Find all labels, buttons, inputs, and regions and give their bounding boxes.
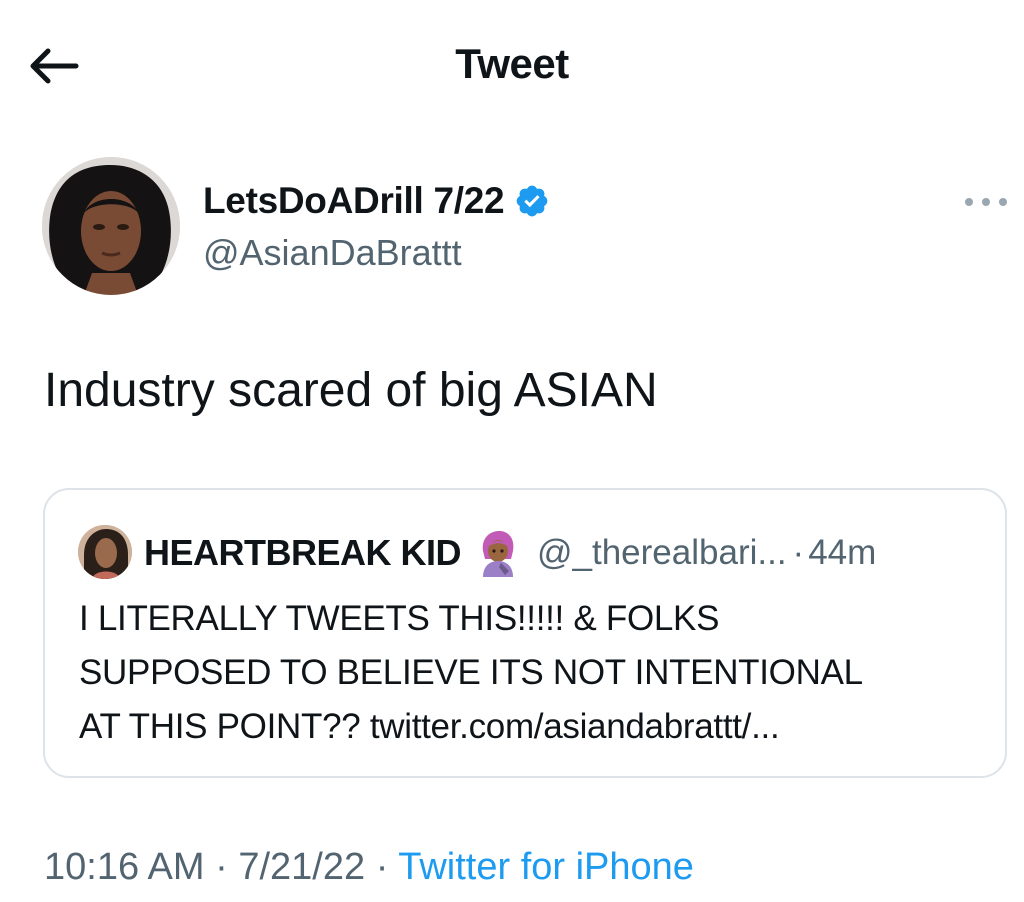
author-display-name[interactable]: LetsDoADrill 7/22 [203,180,505,222]
page-title: Tweet [455,40,569,87]
more-options-button[interactable] [962,190,1010,214]
woman-with-purple-hair-emoji [482,531,514,577]
author-handle[interactable]: @AsianDaBrattt [203,232,462,274]
quoted-text-line: SUPPOSED TO BELIEVE ITS NOT INTENTIONAL [79,653,863,692]
quoted-separator: · [792,533,805,572]
quoted-tweet-card[interactable]: HEARTBREAK KID @_therealbari... · 44m I … [43,488,1007,778]
author-avatar[interactable] [42,157,180,295]
quoted-author-name: HEARTBREAK KID [144,532,462,573]
verified-badge-icon [516,185,548,217]
tweet-source-link[interactable]: Twitter for iPhone [398,846,694,888]
meta-separator: · [375,846,389,888]
tweet-date: 7/21/22 [238,846,366,888]
quoted-tweet-age: 44m [808,533,877,572]
tweet-time: 10:16 AM [44,846,205,888]
quoted-author-avatar [78,525,132,579]
author-name-row[interactable]: LetsDoADrill 7/22 [203,180,550,222]
avatar-image [42,157,180,295]
quoted-avatar-image [78,525,132,579]
tweet-detail-page: Tweet LetsDoADrill 7/22 @AsianDaBrattt I… [0,0,1024,902]
meta-separator: · [215,846,228,888]
more-horizontal-icon [965,198,1007,206]
tweet-text: Industry scared of big ASIAN [44,364,658,417]
quoted-tweet-header: HEARTBREAK KID @_therealbari... · 44m [144,529,876,577]
quoted-text-line: I LITERALLY TWEETS THIS!!!!! & FOLKS [79,599,720,638]
quoted-tweet-text: I LITERALLY TWEETS THIS!!!!! & FOLKS SUP… [79,592,979,754]
quoted-author-handle: @_therealbari... [537,533,787,572]
quoted-text-line: AT THIS POINT?? twitter.com/asiandabratt… [79,707,780,746]
tweet-meta: 10:16 AM · 7/21/22 · Twitter for iPhone [44,846,694,889]
